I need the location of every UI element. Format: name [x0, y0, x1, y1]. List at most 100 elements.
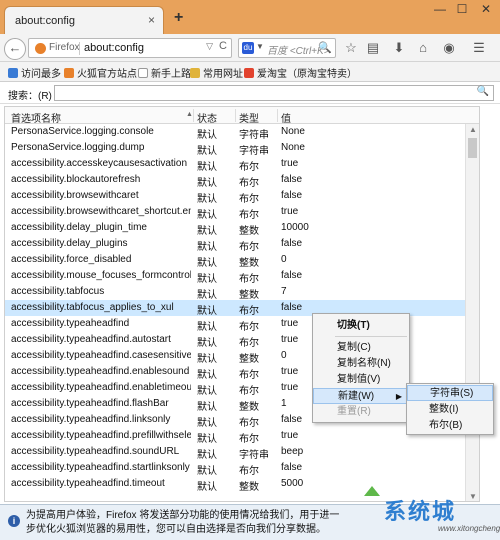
tab-about-config[interactable]: about:config × — [4, 6, 164, 34]
submenu-item-string[interactable]: 字符串(S) — [407, 385, 493, 401]
identity-label[interactable]: Firefox — [49, 42, 80, 53]
pref-value: true — [281, 206, 299, 217]
menu-icon[interactable]: ☰ — [470, 40, 488, 56]
pref-value: None — [281, 142, 305, 153]
table-row[interactable]: accessibility.browsewithcaret_shortcut.e… — [5, 204, 479, 221]
submenu-item-boolean[interactable]: 布尔(B) — [407, 418, 493, 434]
pref-type: 字符串 — [239, 130, 269, 141]
header-status[interactable]: 状态 — [197, 110, 217, 125]
search-bar[interactable]: du ▼ 百度 <Ctrl+K> 🔍 — [238, 38, 336, 58]
bookmark-most-visited[interactable]: 访问最多 — [8, 65, 61, 80]
filter-input[interactable]: 🔍 — [54, 85, 494, 101]
pref-value: true — [281, 430, 299, 441]
watermark-logo: 系统城 www.xitongcheng.com — [356, 486, 500, 540]
pref-status: 默认 — [197, 290, 217, 301]
column-divider[interactable] — [277, 109, 278, 122]
search-go-icon[interactable]: 🔍 — [318, 41, 332, 54]
maximize-button[interactable]: ☐ — [452, 2, 472, 20]
pref-status: 默认 — [197, 466, 217, 477]
pref-type: 布尔 — [239, 386, 259, 397]
table-row[interactable]: PersonaService.logging.console 默认 字符串 None — [5, 124, 479, 141]
home-icon[interactable]: ⌂ — [414, 40, 432, 56]
pref-type: 布尔 — [239, 466, 259, 477]
pref-type: 布尔 — [239, 162, 259, 173]
pref-name: accessibility.mouse_focuses_formcontrol — [11, 270, 191, 281]
minimize-button[interactable]: — — [430, 2, 450, 20]
table-row[interactable]: accessibility.accesskeycausesactivation 默… — [5, 156, 479, 173]
pref-status: 默认 — [197, 434, 217, 445]
pref-type: 整数 — [239, 290, 259, 301]
menu-item-toggle[interactable]: 切换(T) — [313, 318, 409, 334]
bookmark-getting-started[interactable]: 新手上路 — [138, 65, 191, 80]
bookmark-firefox-site[interactable]: 火狐官方站点 — [64, 65, 137, 80]
download-icon[interactable]: ⬇ — [390, 40, 408, 56]
submenu-item-integer[interactable]: 整数(I) — [407, 402, 493, 418]
pref-type: 布尔 — [239, 178, 259, 189]
header-type[interactable]: 类型 — [239, 110, 259, 125]
bookmark-taobao[interactable]: 爱淘宝（原淘宝特卖） — [244, 65, 357, 80]
header-value[interactable]: 值 — [281, 110, 291, 125]
bookmarks-list-icon[interactable]: ▤ — [364, 40, 382, 56]
table-row[interactable]: accessibility.force_disabled 默认 整数 0 — [5, 252, 479, 269]
table-row[interactable]: accessibility.blockautorefresh 默认 布尔 false — [5, 172, 479, 189]
table-row[interactable]: accessibility.delay_plugin_time 默认 整数 10000 — [5, 220, 479, 237]
pref-name: accessibility.accesskeycausesactivation — [11, 158, 188, 169]
pref-value: 0 — [281, 254, 287, 265]
new-tab-button[interactable]: + — [174, 9, 183, 27]
pref-name: accessibility.typeaheadfind.startlinkson… — [11, 462, 190, 473]
pref-status: 默认 — [197, 242, 217, 253]
pref-value: beep — [281, 446, 304, 457]
pref-value: false — [281, 462, 303, 473]
scrollbar-thumb[interactable] — [468, 138, 477, 158]
url-dropdown-icon[interactable]: ▽ — [206, 41, 213, 52]
url-text[interactable]: about:config — [84, 42, 144, 54]
bookmark-common-sites[interactable]: 常用网址 — [190, 65, 243, 80]
reload-icon[interactable]: C — [219, 40, 227, 52]
close-tab-icon[interactable]: × — [148, 13, 155, 27]
menu-item-new[interactable]: 新建(W) ▶ — [313, 388, 409, 404]
back-arrow-icon[interactable]: ← — [4, 38, 26, 60]
pref-type: 布尔 — [239, 242, 259, 253]
pref-status: 默认 — [197, 258, 217, 269]
table-header: 首选项名称 ▲ 状态 类型 值 — [5, 107, 479, 125]
table-row[interactable]: accessibility.typeaheadfind.soundURL 默认 字符… — [5, 444, 479, 461]
header-name[interactable]: 首选项名称 — [11, 110, 61, 125]
pref-status: 默认 — [197, 162, 217, 173]
table-row[interactable]: PersonaService.logging.dump 默认 字符串 None — [5, 140, 479, 157]
column-divider[interactable] — [193, 109, 194, 122]
pref-name: accessibility.browsewithcaret — [11, 190, 139, 201]
folder-icon — [190, 68, 200, 78]
pref-type: 整数 — [239, 402, 259, 413]
pref-type: 字符串 — [239, 146, 269, 157]
pref-name: accessibility.typeaheadfind.enablesound — [11, 366, 190, 377]
column-divider[interactable] — [235, 109, 236, 122]
taobao-icon — [244, 68, 254, 78]
watermark-brand: 系统城 — [384, 499, 457, 525]
menu-item-copy[interactable]: 复制(C) — [313, 340, 409, 356]
scroll-up-icon[interactable]: ▲ — [469, 125, 477, 134]
pref-name: accessibility.browsewithcaret_shortcut.e… — [11, 206, 191, 217]
search-engine-dropdown-icon[interactable]: ▼ — [256, 42, 264, 51]
close-window-button[interactable]: ✕ — [476, 2, 496, 20]
pref-status: 默认 — [197, 482, 217, 493]
url-bar[interactable]: Firefox about:config ▽ C — [28, 38, 232, 58]
table-row[interactable]: accessibility.tabfocus 默认 整数 7 — [5, 284, 479, 301]
pref-status: 默认 — [197, 322, 217, 333]
pref-type: 布尔 — [239, 274, 259, 285]
star-icon[interactable]: ☆ — [342, 40, 360, 56]
menu-item-copy-value[interactable]: 复制值(V) — [313, 372, 409, 388]
vertical-scrollbar[interactable]: ▲ ▼ — [465, 124, 479, 501]
search-engine-icon[interactable]: du — [242, 42, 254, 54]
table-row[interactable]: accessibility.mouse_focuses_formcontrol 默… — [5, 268, 479, 285]
table-row[interactable]: accessibility.typeaheadfind.startlinkson… — [5, 460, 479, 477]
table-row[interactable]: accessibility.browsewithcaret 默认 布尔 false — [5, 188, 479, 205]
pref-value: 5000 — [281, 478, 304, 489]
submenu-arrow-icon: ▶ — [395, 392, 402, 401]
pref-status: 默认 — [197, 194, 217, 205]
pref-name: accessibility.typeaheadfind.enabletimeou… — [11, 382, 191, 393]
pref-name: accessibility.typeaheadfind — [11, 318, 130, 329]
menu-item-copy-name[interactable]: 复制名称(N) — [313, 356, 409, 372]
most-visited-icon — [8, 68, 18, 78]
table-row[interactable]: accessibility.delay_plugins 默认 布尔 false — [5, 236, 479, 253]
share-icon[interactable]: ◉ — [440, 40, 458, 56]
